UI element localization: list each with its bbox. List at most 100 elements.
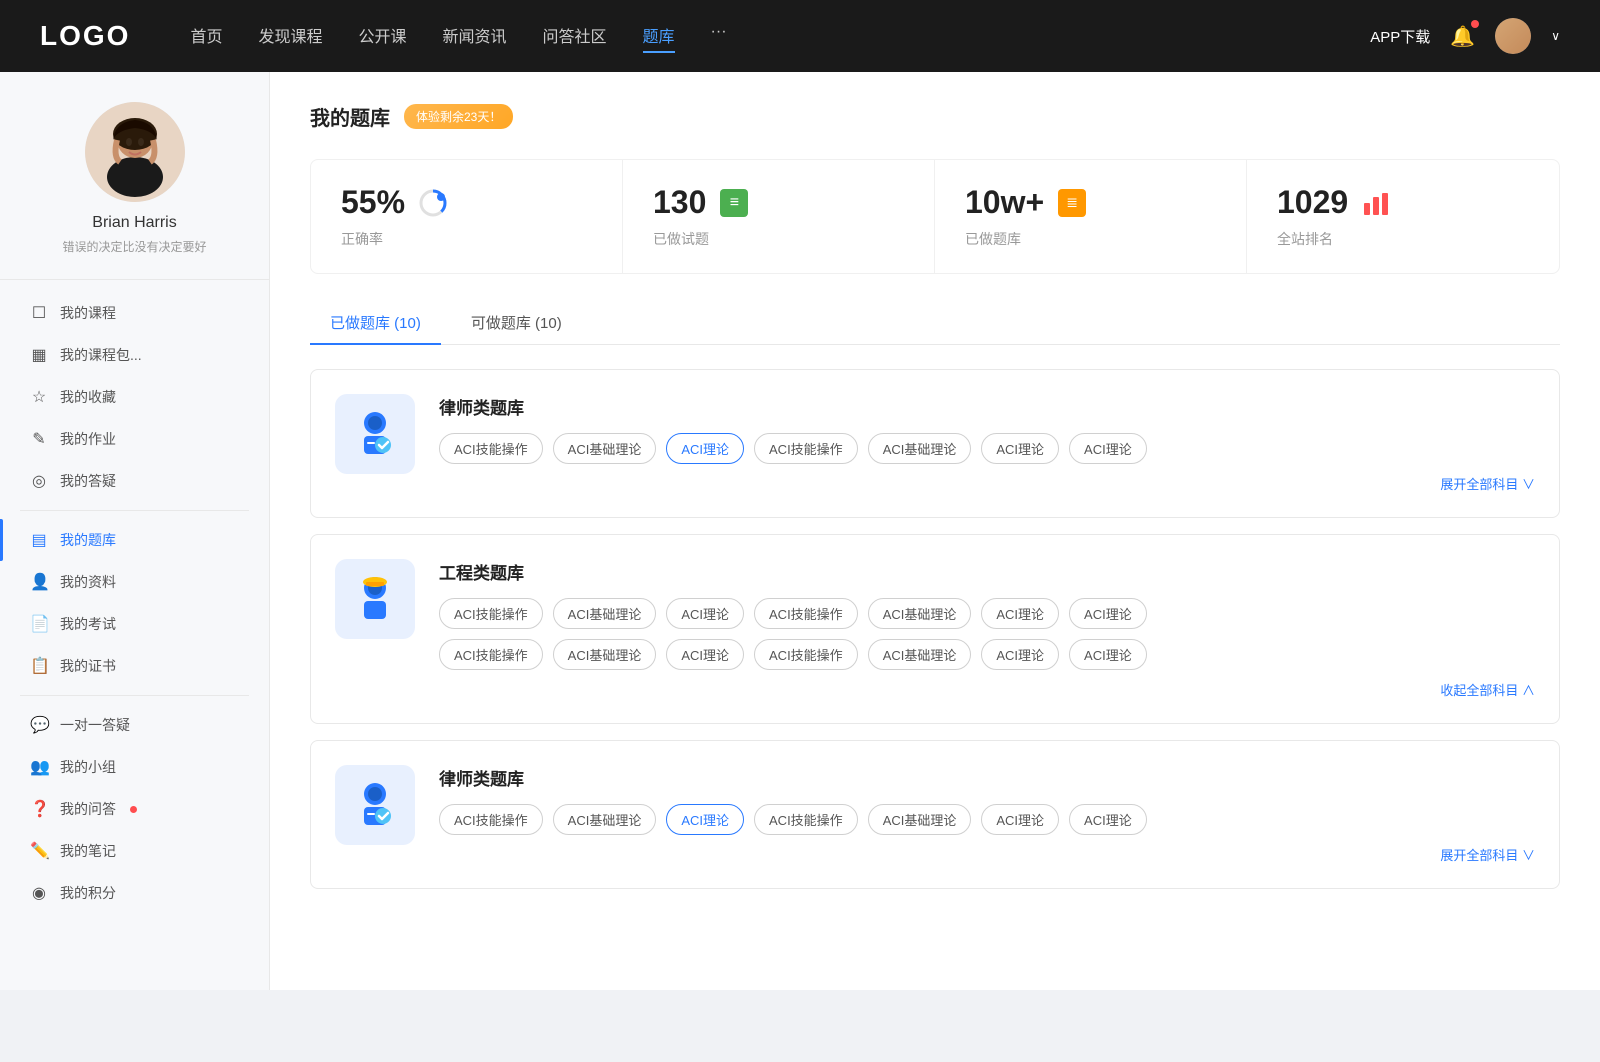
tag-l1-2[interactable]: ACI基础理论	[553, 433, 657, 464]
sidebar-item-1on1[interactable]: 💬 一对一答疑	[0, 704, 269, 746]
page-header: 我的题库 体验剩余23天！	[310, 102, 1560, 131]
nav-qa[interactable]: 问答社区	[543, 19, 607, 53]
sidebar-item-group[interactable]: 👥 我的小组	[0, 746, 269, 788]
profile-motto: 错误的决定比没有决定要好	[20, 238, 249, 255]
tag-l2-5[interactable]: ACI基础理论	[868, 804, 972, 835]
nav-more[interactable]: ···	[711, 19, 727, 53]
sidebar-item-questions[interactable]: ❓ 我的问答	[0, 788, 269, 830]
bank-content-lawyer-1: 律师类题库 ACI技能操作 ACI基础理论 ACI理论 ACI技能操作 ACI基…	[439, 394, 1535, 493]
tag-l1-5[interactable]: ACI基础理论	[868, 433, 972, 464]
points-icon: ◉	[30, 883, 48, 903]
tag-l1-7[interactable]: ACI理论	[1069, 433, 1147, 464]
tag-l1-6[interactable]: ACI理论	[981, 433, 1059, 464]
trial-badge: 体验剩余23天！	[404, 104, 513, 129]
tag-e2-4[interactable]: ACI技能操作	[754, 639, 858, 670]
list-icon-square: ≣	[1058, 189, 1086, 217]
sidebar-item-my-qa[interactable]: ◎ 我的答疑	[0, 460, 269, 502]
lawyer-svg-1	[349, 408, 401, 460]
ranking-label: 全站排名	[1277, 229, 1529, 249]
tag-e2-1[interactable]: ACI技能操作	[439, 639, 543, 670]
sidebar-item-question-bank[interactable]: ▤ 我的题库	[0, 519, 269, 561]
tag-e1-2[interactable]: ACI基础理论	[553, 598, 657, 629]
done-value: 130	[653, 184, 706, 221]
sidebar-label-my-exam: 我的考试	[60, 614, 116, 634]
tag-l1-1[interactable]: ACI技能操作	[439, 433, 543, 464]
tag-e1-4[interactable]: ACI技能操作	[754, 598, 858, 629]
tag-l1-3[interactable]: ACI理论	[666, 433, 744, 464]
tag-e1-5[interactable]: ACI基础理论	[868, 598, 972, 629]
sidebar-item-favorites[interactable]: ☆ 我的收藏	[0, 376, 269, 418]
divider-2	[20, 695, 249, 696]
tab-done[interactable]: 已做题库 (10)	[310, 302, 441, 345]
sidebar-item-my-data[interactable]: 👤 我的资料	[0, 561, 269, 603]
bank-content-lawyer-2: 律师类题库 ACI技能操作 ACI基础理论 ACI理论 ACI技能操作 ACI基…	[439, 765, 1535, 864]
sidebar-item-homework[interactable]: ✎ 我的作业	[0, 418, 269, 460]
tabs-row: 已做题库 (10) 可做题库 (10)	[310, 302, 1560, 345]
tag-e1-1[interactable]: ACI技能操作	[439, 598, 543, 629]
tags-row-lawyer-1: ACI技能操作 ACI基础理论 ACI理论 ACI技能操作 ACI基础理论 AC…	[439, 433, 1535, 464]
app-download-link[interactable]: APP下载	[1370, 26, 1430, 47]
sidebar-item-my-course[interactable]: ☐ 我的课程	[0, 292, 269, 334]
tag-l2-2[interactable]: ACI基础理论	[553, 804, 657, 835]
nav-news[interactable]: 新闻资讯	[443, 19, 507, 53]
sidebar-item-certificate[interactable]: 📋 我的证书	[0, 645, 269, 687]
tag-e1-7[interactable]: ACI理论	[1069, 598, 1147, 629]
sidebar-item-course-pack[interactable]: ▦ 我的课程包...	[0, 334, 269, 376]
tag-e2-6[interactable]: ACI理论	[981, 639, 1059, 670]
bank-card-engineer: 工程类题库 ACI技能操作 ACI基础理论 ACI理论 ACI技能操作 ACI基…	[310, 534, 1560, 724]
divider-1	[20, 510, 249, 511]
avatar[interactable]	[1495, 18, 1531, 54]
bank-title-engineer: 工程类题库	[439, 559, 1535, 584]
nav-menu: 首页 发现课程 公开课 新闻资讯 问答社区 题库 ···	[190, 19, 1370, 53]
sidebar-item-points[interactable]: ◉ 我的积分	[0, 872, 269, 914]
sidebar-label-question-bank: 我的题库	[60, 530, 116, 550]
qa-icon: ◎	[30, 471, 48, 491]
tag-e2-2[interactable]: ACI基础理论	[553, 639, 657, 670]
tags-row-lawyer-2: ACI技能操作 ACI基础理论 ACI理论 ACI技能操作 ACI基础理论 AC…	[439, 804, 1535, 835]
document-icon: ≡	[718, 187, 750, 219]
main-layout: Brian Harris 错误的决定比没有决定要好 ☐ 我的课程 ▦ 我的课程包…	[0, 72, 1600, 990]
nav-discover[interactable]: 发现课程	[258, 19, 322, 53]
tag-l1-4[interactable]: ACI技能操作	[754, 433, 858, 464]
lawyer-svg-2	[349, 779, 401, 831]
sidebar-item-notes[interactable]: ✏️ 我的笔记	[0, 830, 269, 872]
expand-lawyer-1[interactable]: 展开全部科目 ∨	[439, 474, 1535, 493]
navbar-right: APP下载 🔔 ∨	[1370, 18, 1560, 54]
tag-e2-3[interactable]: ACI理论	[666, 639, 744, 670]
course-pack-icon: ▦	[30, 345, 48, 365]
tag-e2-7[interactable]: ACI理论	[1069, 639, 1147, 670]
sidebar-item-my-exam[interactable]: 📄 我的考试	[0, 603, 269, 645]
tag-e1-6[interactable]: ACI理论	[981, 598, 1059, 629]
engineer-icon-wrap	[335, 559, 415, 639]
collapse-engineer[interactable]: 收起全部科目 ∧	[439, 680, 1535, 699]
nav-open-course[interactable]: 公开课	[358, 19, 406, 53]
stat-top-done: 130 ≡	[653, 184, 904, 221]
sidebar: Brian Harris 错误的决定比没有决定要好 ☐ 我的课程 ▦ 我的课程包…	[0, 72, 270, 990]
notes-icon: ✏️	[30, 841, 48, 861]
sidebar-label-group: 我的小组	[60, 757, 116, 777]
data-icon: 👤	[30, 572, 48, 592]
tag-l2-7[interactable]: ACI理论	[1069, 804, 1147, 835]
tag-l2-4[interactable]: ACI技能操作	[754, 804, 858, 835]
main-content: 我的题库 体验剩余23天！ 55% 正确率	[270, 72, 1600, 990]
tag-l2-3[interactable]: ACI理论	[666, 804, 744, 835]
tag-e2-5[interactable]: ACI基础理论	[868, 639, 972, 670]
tab-available[interactable]: 可做题库 (10)	[451, 302, 582, 345]
cert-icon: 📋	[30, 656, 48, 676]
stat-done-banks: 10w+ ≣ 已做题库	[935, 160, 1247, 273]
doc-icon-square: ≡	[720, 189, 748, 217]
sidebar-profile: Brian Harris 错误的决定比没有决定要好	[0, 102, 269, 280]
nav-question-bank[interactable]: 题库	[643, 19, 675, 53]
user-dropdown-arrow[interactable]: ∨	[1551, 29, 1560, 43]
tag-l2-6[interactable]: ACI理论	[981, 804, 1059, 835]
logo[interactable]: LOGO	[40, 20, 130, 52]
sidebar-label-favorites: 我的收藏	[60, 387, 116, 407]
ranking-value: 1029	[1277, 184, 1348, 221]
tag-e1-3[interactable]: ACI理论	[666, 598, 744, 629]
expand-lawyer-2[interactable]: 展开全部科目 ∨	[439, 845, 1535, 864]
nav-home[interactable]: 首页	[190, 19, 222, 53]
stat-done-questions: 130 ≡ 已做试题	[623, 160, 935, 273]
sidebar-menu: ☐ 我的课程 ▦ 我的课程包... ☆ 我的收藏 ✎ 我的作业 ◎ 我的答疑 ▤	[0, 280, 269, 926]
tag-l2-1[interactable]: ACI技能操作	[439, 804, 543, 835]
notification-bell[interactable]: 🔔	[1450, 24, 1475, 49]
